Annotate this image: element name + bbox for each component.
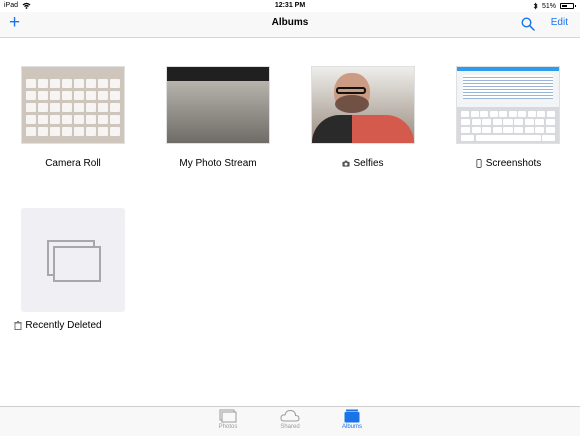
album-label: Camera Roll	[0, 158, 155, 169]
cloud-icon	[280, 409, 300, 422]
album-recently-deleted[interactable]: Recently Deleted	[14, 208, 125, 331]
bluetooth-icon	[533, 2, 538, 10]
screenshot-keyboard	[457, 107, 559, 143]
page-title: Albums	[271, 17, 309, 28]
albums-icon	[344, 409, 360, 423]
photo-beard	[335, 95, 369, 113]
album-label: Recently Deleted	[0, 320, 125, 331]
search-icon[interactable]	[521, 17, 535, 31]
placeholder-frame-front	[53, 246, 101, 282]
album-thumbnail[interactable]	[21, 66, 125, 144]
album-title: Screenshots	[485, 158, 542, 169]
album-title: Camera Roll	[45, 158, 101, 169]
tab-shared[interactable]: Shared	[260, 409, 320, 430]
album-label: My Photo Stream	[136, 158, 300, 169]
screenshot-text	[463, 75, 553, 99]
album-camera-roll[interactable]: Camera Roll	[21, 66, 125, 169]
phone-icon	[476, 159, 482, 168]
album-thumbnail[interactable]	[21, 208, 125, 312]
battery-fill	[562, 5, 568, 7]
battery-icon	[560, 3, 576, 9]
photo-panel	[167, 81, 269, 143]
album-title: My Photo Stream	[179, 158, 257, 169]
album-title: Selfies	[353, 158, 384, 169]
tab-label: Albums	[341, 424, 362, 430]
trash-icon	[14, 321, 23, 330]
camera-icon	[342, 160, 351, 167]
album-screenshots[interactable]: Screenshots	[456, 66, 560, 169]
album-thumbnail[interactable]	[456, 66, 560, 144]
tab-label: Shared	[280, 424, 300, 430]
album-thumbnail[interactable]	[166, 66, 270, 144]
status-bar: iPad 12:31 PM 51%	[0, 0, 580, 12]
status-right: 51%	[533, 2, 576, 10]
tab-bar: Photos Shared Albums	[0, 406, 580, 436]
screenshot-header	[457, 67, 559, 71]
album-label: Selfies	[281, 158, 445, 169]
album-my-photo-stream[interactable]: My Photo Stream	[166, 66, 270, 169]
tab-albums[interactable]: Albums	[322, 409, 382, 430]
status-time: 12:31 PM	[274, 2, 306, 9]
tab-label: Photos	[218, 424, 238, 430]
album-thumbnail[interactable]	[311, 66, 415, 144]
edit-button[interactable]: Edit	[551, 17, 568, 28]
tab-photos[interactable]: Photos	[198, 409, 258, 430]
navigation-bar: + Albums Edit	[0, 12, 580, 38]
photos-icon	[219, 409, 237, 423]
album-selfies[interactable]: Selfies	[311, 66, 415, 169]
album-label: Screenshots	[426, 158, 580, 169]
battery-percent: 51%	[541, 2, 556, 10]
photo-topbar	[167, 67, 269, 81]
album-title: Recently Deleted	[25, 320, 102, 331]
photo-glasses	[336, 87, 366, 94]
